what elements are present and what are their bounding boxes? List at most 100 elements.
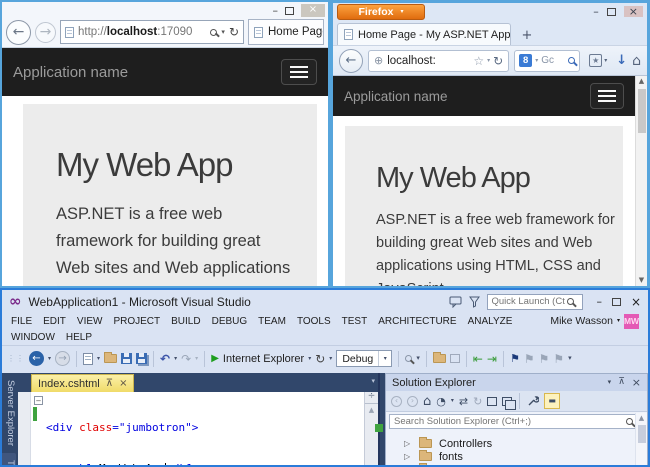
search-bar[interactable]: 8 ▾ Gc [514,49,581,72]
start-debug-icon[interactable]: ▶ [211,353,219,364]
back-button[interactable]: ← [6,19,31,45]
close-icon[interactable]: × [119,378,127,389]
quick-launch-box[interactable] [487,293,584,310]
search-icon[interactable] [568,57,576,64]
save-icon[interactable] [121,353,133,364]
chevron-down-icon[interactable]: ▾ [97,355,100,362]
refresh-icon[interactable]: ↻ [493,55,503,67]
toolbar-overflow-icon[interactable]: ▾ [416,355,420,362]
bookmark-icon[interactable]: ⚑ [510,353,520,364]
document-tab-index-cshtml[interactable]: Index.cshtml ⊼ × [31,374,135,392]
redo-icon[interactable]: ↷ [181,353,191,365]
chevron-down-icon[interactable]: ▾ [329,355,332,362]
chevron-down-icon[interactable]: ▾ [308,355,311,362]
chevron-down-icon[interactable]: ▾ [487,57,490,64]
tree-item-models[interactable]: ▷ Models [386,463,647,465]
minimize-icon[interactable]: – [593,6,599,17]
fold-collapse-icon[interactable]: – [34,396,43,405]
menu-team[interactable]: TEAM [258,316,286,327]
sync-with-active-document-icon[interactable]: ⇄ [459,396,468,407]
back-button[interactable]: ← [339,48,363,73]
pin-icon[interactable]: ⊼ [106,378,113,389]
menu-view[interactable]: VIEW [77,316,103,327]
preview-selected-items-toggle[interactable]: ▬ [544,393,560,409]
maximize-icon[interactable] [285,6,294,15]
address-bar[interactable]: http://localhost:17090 ▾ ↻ [60,20,244,44]
forward-button[interactable]: → [35,21,56,43]
menu-help[interactable]: HELP [66,332,92,343]
scrollbar[interactable]: ▲ ▼ [635,76,647,286]
menu-project[interactable]: PROJECT [113,316,160,327]
url-text[interactable]: http://localhost:17090 [78,26,192,38]
scroll-up-icon[interactable]: ▲ [639,78,644,85]
avatar[interactable]: MW [624,313,639,329]
menu-debug[interactable]: DEBUG [212,316,248,327]
bookmark-clear-icon[interactable]: ⚑ [553,353,564,365]
start-target-label[interactable]: Internet Explorer [223,353,304,365]
tree-item-fonts[interactable]: ▷ fonts [386,450,647,463]
indent-increase-icon[interactable]: ⇥ [487,353,497,365]
wrench-icon[interactable] [527,395,540,407]
close-icon[interactable]: × [631,296,641,308]
site-brand[interactable]: Application name [13,64,128,81]
chevron-down-icon[interactable]: ▾ [451,398,454,404]
chevron-down-icon[interactable]: ▾ [48,355,51,362]
refresh-icon[interactable]: ↻ [473,396,482,407]
menu-window[interactable]: WINDOW [11,332,55,343]
hamburger-menu-button[interactable] [281,59,317,85]
menu-edit[interactable]: EDIT [43,316,66,327]
search-icon[interactable] [625,418,633,425]
close-icon[interactable]: × [632,377,641,388]
search-icon[interactable] [567,298,575,305]
home-icon[interactable]: ⌂ [423,395,431,408]
chevron-down-icon[interactable]: ▾ [174,355,177,362]
browser-tab[interactable]: Home Page - My... [248,19,324,45]
toolbar-overflow-icon[interactable]: ▾ [568,355,572,362]
navigate-forward-button[interactable]: → [55,351,71,366]
maximize-icon[interactable] [611,297,621,306]
browser-tab[interactable]: Home Page - My ASP.NET Application [337,23,511,45]
bookmark-prev-icon[interactable]: ⚑ [524,353,535,365]
menu-analyze[interactable]: ANALYZE [468,316,513,327]
hamburger-menu-button[interactable] [590,83,624,109]
refresh-icon[interactable]: ↻ [229,26,239,38]
site-brand[interactable]: Application name [344,89,448,104]
account-menu[interactable]: Mike Wasson ▾ MW [550,313,639,329]
chevron-down-icon[interactable]: ▾ [535,57,538,64]
expand-icon[interactable]: ▷ [404,452,415,461]
show-all-files-icon[interactable] [502,396,517,410]
quick-launch-input[interactable] [491,296,566,307]
scrollbar[interactable]: ▲ [635,413,647,465]
expand-icon[interactable]: ▷ [404,439,415,448]
configuration-dropdown[interactable]: Debug ▾ [336,350,393,367]
minimize-icon[interactable]: – [596,296,602,307]
scroll-up-icon[interactable]: ▲ [639,415,644,422]
find-icon[interactable] [405,355,413,362]
pin-icon[interactable]: ⊼ [618,378,625,387]
pending-changes-filter-icon[interactable]: ◔ [436,396,446,407]
menu-tools[interactable]: TOOLS [297,316,331,327]
scroll-down-icon[interactable]: ▼ [639,277,644,284]
chevron-down-icon[interactable]: ▾ [195,355,198,362]
maximize-icon[interactable] [606,7,616,16]
downloads-icon[interactable]: ↓ [616,54,627,67]
url-text[interactable]: localhost: [387,55,436,67]
scrollbar-thumb[interactable] [637,425,646,443]
new-file-icon[interactable] [83,352,94,365]
feedback-icon[interactable] [449,296,462,308]
menu-build[interactable]: BUILD [171,316,200,327]
close-icon[interactable]: × [623,6,643,17]
tab-server-explorer[interactable]: Server Explorer [5,373,16,453]
properties-window-icon[interactable] [487,396,498,406]
indent-decrease-icon[interactable]: ⇤ [473,353,483,365]
home-icon[interactable]: ⌂ [632,54,641,68]
scroll-up-icon[interactable]: ▲ [369,407,374,414]
menu-file[interactable]: FILE [11,316,32,327]
google-icon[interactable]: 8 [519,54,533,67]
bookmark-star-icon[interactable]: ☆ [473,55,484,67]
code-text[interactable]: <div class="jumbotron"> <h1>My Web App</… [46,394,364,465]
open-file-icon[interactable] [104,352,118,363]
code-editor[interactable]: – <div class="jumbotron"> <h1>My Web App… [18,392,364,465]
notifications-funnel-icon[interactable] [469,296,481,308]
solution-explorer-search[interactable]: ▾ [389,414,644,429]
